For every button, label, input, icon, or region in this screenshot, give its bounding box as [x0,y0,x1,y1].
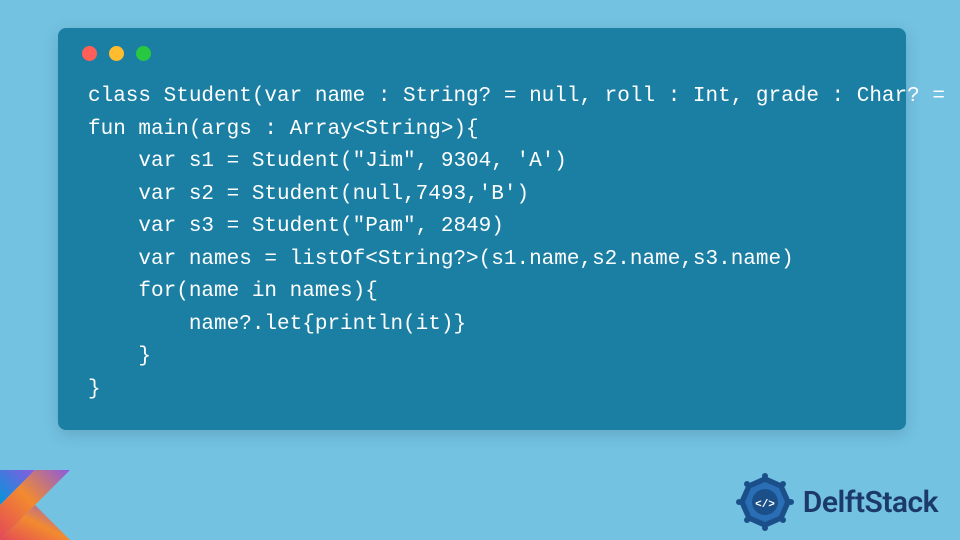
code-line: } [88,345,151,368]
brand-name: DelftStack [803,485,938,520]
kotlin-logo-icon [0,470,70,540]
code-line: var s1 = Student("Jim", 9304, 'A') [88,150,567,173]
code-line: var s2 = Student(null,7493,'B') [88,183,529,206]
svg-text:</>: </> [755,499,775,511]
code-line: class Student(var name : String? = null,… [88,85,960,108]
code-line: var names = listOf<String?>(s1.name,s2.n… [88,248,794,271]
brand: </> DelftStack [735,472,938,532]
code-line: var s3 = Student("Pam", 2849) [88,215,504,238]
window-controls [58,28,906,61]
delftstack-logo-icon: </> [735,472,795,532]
code-line: for(name in names){ [88,280,378,303]
code-block: class Student(var name : String? = null,… [58,61,906,406]
close-icon[interactable] [82,46,97,61]
code-line: name?.let{println(it)} [88,313,466,336]
minimize-icon[interactable] [109,46,124,61]
code-window: class Student(var name : String? = null,… [58,28,906,430]
code-line: } [88,378,101,401]
code-line: fun main(args : Array<String>){ [88,118,479,141]
maximize-icon[interactable] [136,46,151,61]
